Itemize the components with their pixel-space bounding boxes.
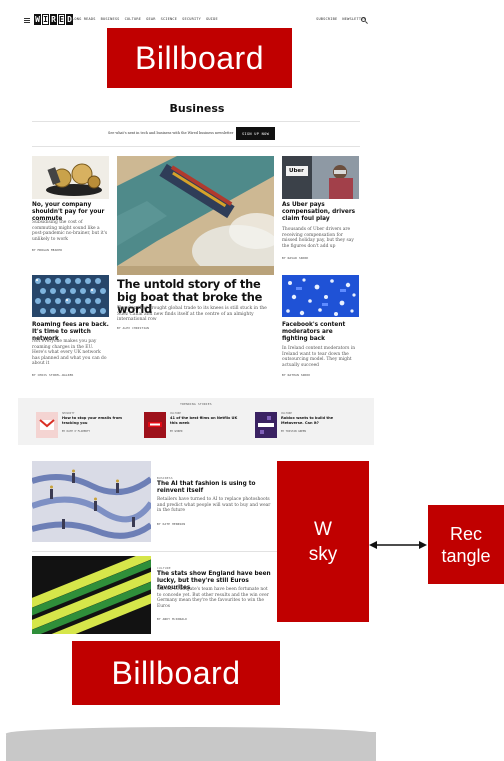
- nav-links: LONG READS BUSINESS CULTURE GEAR SCIENCE…: [72, 17, 218, 21]
- trending-thumb-roblox[interactable]: [255, 412, 277, 438]
- signup-button[interactable]: SIGN UP NOW: [236, 127, 275, 140]
- nav-link-culture[interactable]: CULTURE: [125, 17, 142, 21]
- logo-letter: W: [34, 14, 41, 25]
- story-rubric-euros[interactable]: CULTURE: [157, 566, 171, 570]
- logo-letter: I: [42, 14, 49, 25]
- story-title-facebook[interactable]: Facebook's content moderators are fighti…: [282, 322, 360, 343]
- story-dek-euros: Gareth Southgate's team have been fortun…: [157, 587, 269, 609]
- nav-link-long-reads[interactable]: LONG READS: [72, 17, 96, 21]
- logo-letter: E: [58, 14, 65, 25]
- roblox-icon: [255, 412, 277, 438]
- story-byline-roaming[interactable]: BY CHRIS STOKEL-WALKER: [32, 373, 73, 377]
- story-dek-facebook: In Ireland content moderators in Ireland…: [282, 346, 356, 368]
- trending-thumb-netflix[interactable]: [144, 412, 166, 438]
- blue-pattern-illustration: [282, 275, 359, 317]
- search-icon[interactable]: [361, 17, 366, 22]
- story-byline-facebook[interactable]: BY NATHAN SNOOK: [282, 373, 310, 377]
- story-title-uber[interactable]: As Uber pays compensation, drivers claim…: [282, 202, 360, 223]
- footer-placeholder: [6, 727, 376, 761]
- trending-label: TRENDING STORIES: [180, 402, 212, 406]
- nav-link-science[interactable]: SCIENCE: [161, 17, 178, 21]
- trending-title[interactable]: Roblox wants to build the Metaverse. Can…: [281, 416, 356, 425]
- trending-byline[interactable]: BY KATE O'FLAHERTY: [62, 430, 90, 433]
- trending-rubric: CULTURE: [281, 412, 292, 415]
- ad-rect-label-line1: Rec: [449, 523, 482, 544]
- trending-title[interactable]: How to stop your emails from tracking yo…: [62, 416, 137, 425]
- trending-byline[interactable]: BY WIRED: [170, 430, 183, 433]
- trending-rubric: CULTURE: [170, 412, 181, 415]
- trending-title[interactable]: 41 of the best films on Netflix UK this …: [170, 416, 245, 425]
- ad-billboard-top[interactable]: Billboard: [107, 28, 292, 88]
- story-byline-euros[interactable]: BY ANDY McDONALD: [157, 617, 187, 621]
- page-title: Business: [169, 102, 225, 115]
- trending-item[interactable]: SECURITY How to stop your emails from tr…: [36, 412, 146, 440]
- story-dek-fashion: Retailers have turned to AI to replace p…: [157, 497, 271, 514]
- story-dek-ship: The ship that brought global trade to it…: [117, 306, 267, 323]
- ad-billboard-bottom-label: Billboard: [111, 654, 241, 691]
- ship-aerial-photo: [117, 156, 274, 275]
- divider: [32, 551, 277, 552]
- story-image-roaming[interactable]: [32, 275, 109, 317]
- story-image-ship[interactable]: [117, 156, 274, 275]
- trending-thumb-gmail[interactable]: [36, 412, 58, 438]
- divider: [32, 121, 360, 122]
- trending-byline[interactable]: BY TRISTAN GREEN: [281, 430, 306, 433]
- nav-link-business[interactable]: BUSINESS: [101, 17, 120, 21]
- story-dek-commute: Subsidising the cost of commuting might …: [32, 220, 108, 242]
- coins-illustration: [32, 156, 109, 199]
- nav-right-links: SUBSCRIBE NEWSLETTER: [316, 17, 366, 21]
- story-byline-fashion[interactable]: BY KATE HENRSON: [157, 522, 185, 526]
- trending-item[interactable]: CULTURE Roblox wants to build the Metave…: [255, 412, 365, 440]
- double-arrow-icon: [369, 541, 427, 549]
- phones-pattern-illustration: [32, 275, 109, 317]
- newsletter-promo-text: See what's next in tech and business wit…: [108, 131, 234, 135]
- uber-image-text: Uber: [289, 168, 304, 174]
- ad-billboard-bottom[interactable]: Billboard: [72, 641, 280, 705]
- gmail-icon: [36, 412, 58, 438]
- nav-link-security[interactable]: SECURITY: [182, 17, 201, 21]
- football-stats-illustration: [32, 556, 151, 634]
- story-title-fashion[interactable]: The AI that fashion is using to reinvent…: [157, 481, 275, 495]
- story-byline-uber[interactable]: BY NAVAR SNOOK: [282, 256, 308, 260]
- story-image-commute[interactable]: [32, 156, 109, 199]
- logo-letter: R: [50, 14, 57, 25]
- ad-wide-skyscraper[interactable]: W sky: [277, 461, 369, 622]
- story-rubric-fashion[interactable]: BUSINESS: [157, 476, 173, 480]
- story-byline-ship[interactable]: BY ALEX CHRISTIAN: [117, 326, 149, 330]
- wired-logo[interactable]: W I R E D: [34, 14, 73, 25]
- story-image-facebook[interactable]: [282, 275, 359, 317]
- netflix-icon: [144, 412, 166, 438]
- ad-wsky-label-line2: sky: [308, 543, 338, 565]
- story-dek-roaming: Not everyone makes you pay roaming charg…: [32, 339, 107, 367]
- story-byline-commute[interactable]: BY MORGAN MEAKER: [32, 248, 62, 252]
- nav-link-gear[interactable]: GEAR: [146, 17, 155, 21]
- top-nav: W I R E D LONG READS BUSINESS CULTURE GE…: [0, 13, 504, 29]
- nav-link-guide[interactable]: GUIDE: [206, 17, 218, 21]
- uber-driver-photo: [282, 156, 359, 199]
- trending-rubric: SECURITY: [62, 412, 75, 415]
- ad-rect-label-line2: tangle: [441, 545, 491, 566]
- story-image-uber[interactable]: Uber: [282, 156, 359, 199]
- ad-billboard-top-label: Billboard: [134, 39, 264, 76]
- story-dek-uber: Thousands of Uber drivers are receiving …: [282, 227, 354, 249]
- fashion-ai-illustration: [32, 461, 151, 542]
- ad-wsky-label-line1: W: [314, 518, 332, 540]
- divider: [32, 146, 360, 147]
- ad-rectangle[interactable]: Rec tangle: [428, 505, 504, 584]
- trending-stories: TRENDING STORIES SECURITY How to stop yo…: [18, 398, 374, 445]
- trending-item[interactable]: CULTURE 41 of the best films on Netflix …: [144, 412, 254, 440]
- story-image-euros[interactable]: [32, 556, 151, 634]
- story-image-fashion[interactable]: [32, 461, 151, 542]
- menu-icon[interactable]: [24, 18, 30, 23]
- subscribe-link[interactable]: SUBSCRIBE: [316, 17, 337, 21]
